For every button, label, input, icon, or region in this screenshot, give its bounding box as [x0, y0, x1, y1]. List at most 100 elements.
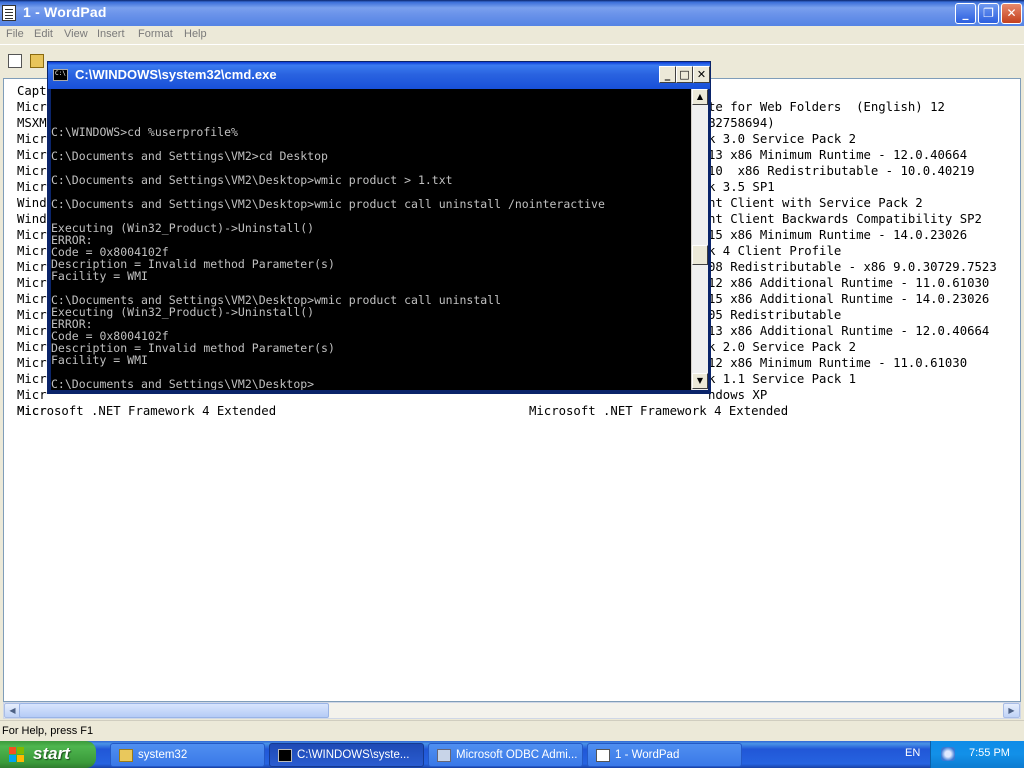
arrow-up-icon: ▲	[696, 92, 704, 101]
document-line: Micr	[17, 164, 47, 178]
menu-edit[interactable]: Edit	[34, 28, 53, 40]
cmd-maximize-button[interactable]: □	[676, 66, 693, 83]
document-line: Microsoft .NET Framework 4 Extended	[17, 404, 277, 418]
document-line: Micr	[17, 180, 47, 194]
document-line: 13 x86 Additional Runtime - 12.0.40664	[708, 324, 990, 338]
task-cmd[interactable]: C:\WINDOWS\syste...	[269, 743, 424, 767]
close-icon: ✕	[1006, 6, 1017, 20]
document-line: nt Client with Service Pack 2	[708, 196, 923, 210]
close-button[interactable]: ✕	[1001, 3, 1022, 24]
new-document-icon[interactable]	[8, 54, 22, 68]
cmd-icon	[278, 749, 292, 762]
horizontal-scroll-thumb[interactable]	[19, 703, 329, 718]
document-line: Micr	[17, 292, 47, 306]
document-line: k 3.5 SP1	[708, 180, 775, 194]
console-line: C:\Documents and Settings\VM2\Desktop>wm…	[51, 197, 605, 211]
document-line: k 1.1 Service Pack 1	[708, 372, 857, 386]
document-line: k 2.0 Service Pack 2	[708, 340, 857, 354]
cmd-close-button[interactable]: ✕	[693, 66, 710, 83]
task-label: system32	[138, 749, 188, 761]
document-line: Microsoft .NET Framework 4 Extended	[529, 404, 789, 418]
document-line: Micr	[17, 148, 47, 162]
document-line: Micr	[17, 324, 47, 338]
menu-insert[interactable]: Insert	[97, 28, 125, 40]
wordpad-document-icon	[2, 5, 16, 21]
document-line: Capt	[17, 84, 47, 98]
wordpad-icon	[596, 749, 610, 762]
cmd-minimize-button[interactable]: _	[659, 66, 676, 83]
console-line: C:\WINDOWS>cd %userprofile%	[51, 125, 238, 139]
menu-view[interactable]: View	[64, 28, 88, 40]
minimize-icon: _	[664, 68, 671, 81]
minimize-button[interactable]: _	[955, 3, 976, 24]
open-folder-icon[interactable]	[30, 54, 44, 68]
cmd-title-bar[interactable]: C:\WINDOWS\system32\cmd.exe _ □ ✕	[48, 62, 710, 89]
cmd-window: C:\WINDOWS\system32\cmd.exe _ □ ✕ C:\WIN…	[47, 61, 711, 394]
document-line: Micr	[17, 244, 47, 258]
scroll-down-button[interactable]: ▼	[692, 373, 708, 389]
document-line: MSXM	[17, 116, 47, 130]
network-icon[interactable]	[941, 747, 955, 761]
restore-icon: ❐	[983, 6, 994, 20]
arrow-down-icon: ▼	[696, 376, 704, 385]
console-line: C:\Documents and Settings\VM2\Desktop>wm…	[51, 173, 453, 187]
document-line: 13 x86 Minimum Runtime - 12.0.40664	[708, 148, 968, 162]
document-line: 08 Redistributable - x86 9.0.30729.7523	[708, 260, 997, 274]
wordpad-title-bar[interactable]: 1 - WordPad _ ❐ ✕	[0, 0, 1024, 26]
start-button[interactable]: start	[0, 741, 96, 768]
minimize-icon: _	[962, 6, 969, 20]
console-line: C:\Documents and Settings\VM2>cd Desktop	[51, 149, 328, 163]
clock: 7:55 PM	[969, 747, 1010, 759]
console-line: Facility = WMI	[51, 269, 148, 283]
close-icon: ✕	[696, 68, 707, 81]
document-line: 12 x86 Minimum Runtime - 11.0.61030	[708, 356, 968, 370]
document-line: Micr	[17, 356, 47, 370]
cmd-vertical-scrollbar[interactable]: ▲ ▼	[691, 89, 708, 390]
maximize-button[interactable]: ❐	[978, 3, 999, 24]
document-line: Micr	[17, 372, 47, 386]
document-line: Micr	[17, 340, 47, 354]
document-line: Wind	[17, 212, 47, 226]
menu-help[interactable]: Help	[184, 28, 207, 40]
task-wordpad[interactable]: 1 - WordPad	[587, 743, 742, 767]
vertical-scroll-thumb[interactable]	[692, 245, 708, 265]
document-line: Micr	[17, 260, 47, 274]
start-label: start	[33, 744, 70, 763]
language-indicator[interactable]: EN	[905, 747, 920, 759]
status-bar: For Help, press F1	[0, 720, 1024, 741]
status-text: For Help, press F1	[2, 725, 94, 737]
maximize-icon: □	[679, 68, 690, 81]
document-line: nt Client Backwards Compatibility SP2	[708, 212, 982, 226]
task-system32[interactable]: system32	[110, 743, 265, 767]
document-line: B2758694)	[708, 116, 775, 130]
cmd-title: C:\WINDOWS\system32\cmd.exe	[75, 67, 277, 82]
task-label: 1 - WordPad	[615, 749, 680, 761]
document-line: 05 Redistributable	[708, 308, 842, 322]
menu-file[interactable]: File	[6, 28, 24, 40]
document-line: te for Web Folders (English) 12	[708, 100, 945, 114]
document-line: k 4 Client Profile	[708, 244, 842, 258]
console-icon	[53, 69, 68, 81]
odbc-icon	[437, 749, 451, 762]
document-line: Micr	[17, 132, 47, 146]
console-output[interactable]: C:\WINDOWS>cd %userprofile% C:\Documents …	[51, 89, 691, 390]
document-line: Micr	[17, 276, 47, 290]
document-line: ndows XP	[708, 388, 768, 402]
document-line: k 3.0 Service Pack 2	[708, 132, 857, 146]
horizontal-scrollbar[interactable]: ◀ ▶	[3, 702, 1021, 719]
folder-icon	[119, 749, 133, 762]
document-line: 15 x86 Minimum Runtime - 14.0.23026	[708, 228, 968, 242]
scroll-right-button[interactable]: ▶	[1003, 703, 1020, 718]
document-line: 12 x86 Additional Runtime - 11.0.61030	[708, 276, 990, 290]
menu-format[interactable]: Format	[138, 28, 173, 40]
document-line: Micr	[17, 308, 47, 322]
document-line: 15 x86 Additional Runtime - 14.0.23026	[708, 292, 990, 306]
wordpad-title: 1 - WordPad	[23, 4, 107, 20]
task-label: Microsoft ODBC Admi...	[456, 749, 578, 761]
arrow-left-icon: ◀	[9, 706, 16, 715]
document-line: 10 x86 Redistributable - 10.0.40219	[708, 164, 975, 178]
arrow-right-icon: ▶	[1008, 706, 1015, 715]
console-line: C:\Documents and Settings\VM2\Desktop>	[51, 377, 315, 390]
scroll-up-button[interactable]: ▲	[692, 89, 708, 105]
task-odbc[interactable]: Microsoft ODBC Admi...	[428, 743, 583, 767]
